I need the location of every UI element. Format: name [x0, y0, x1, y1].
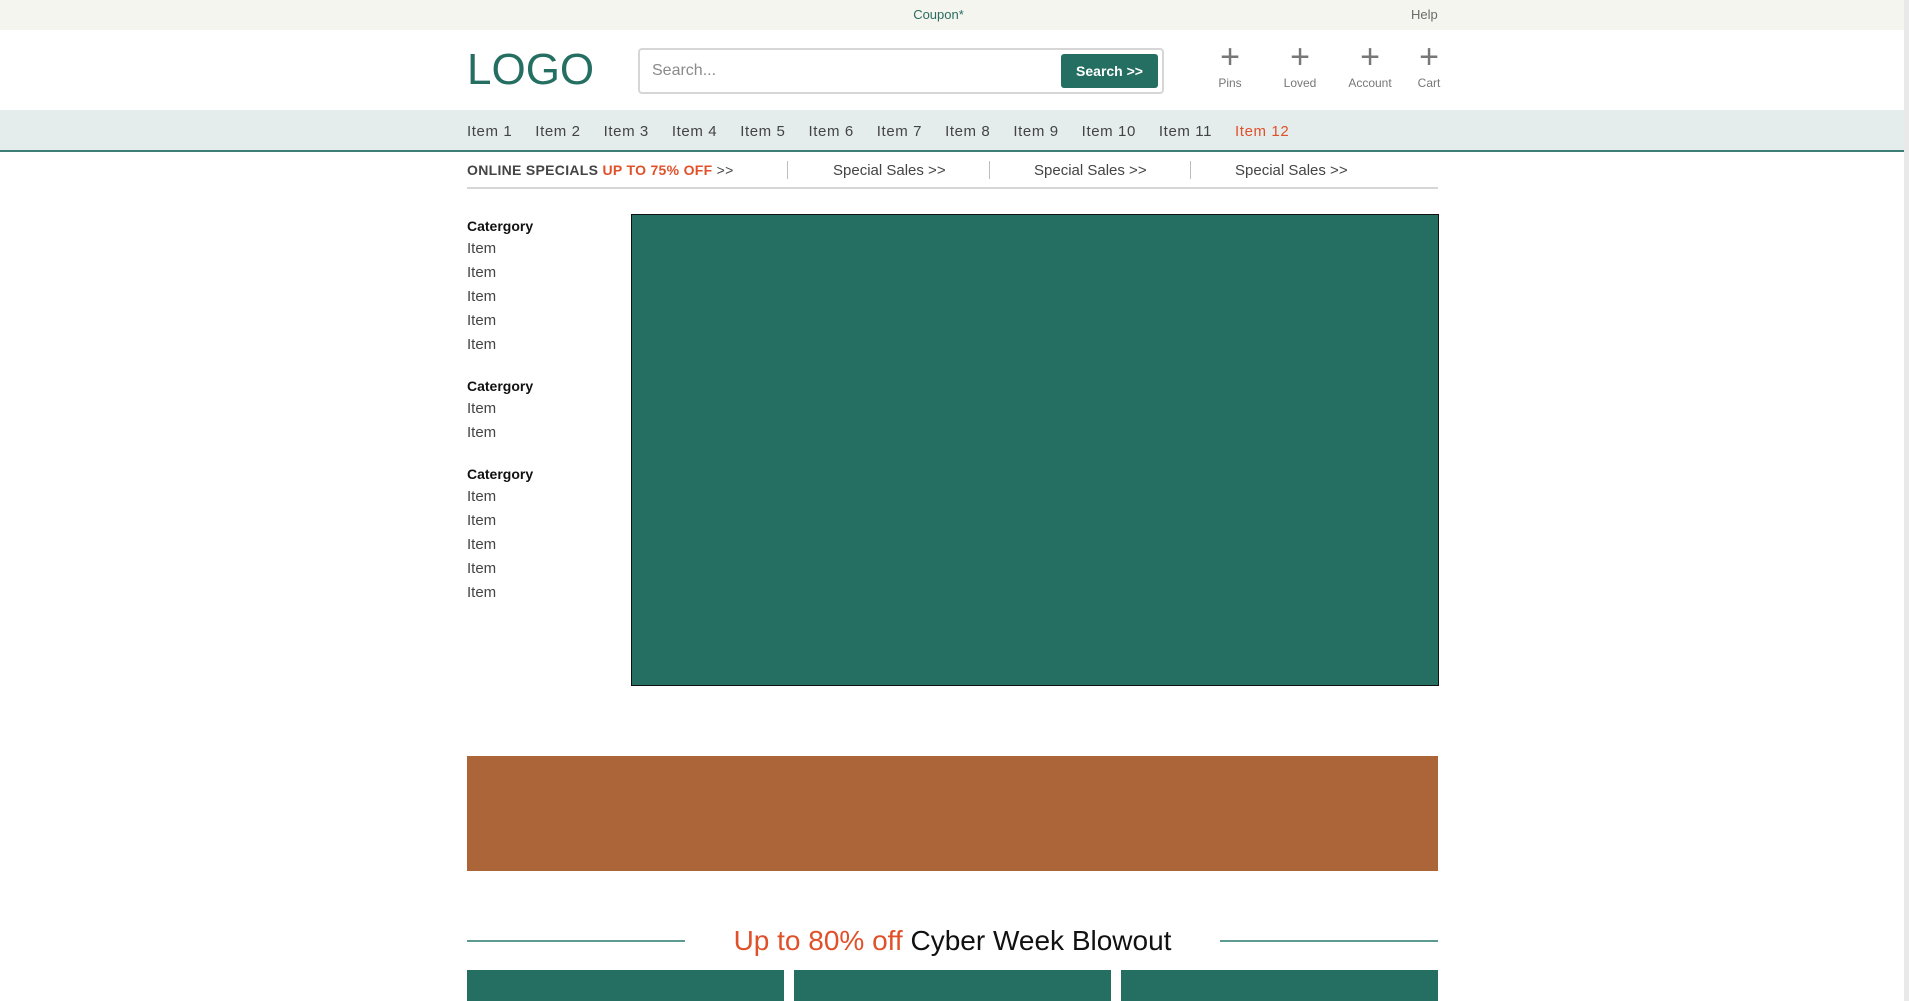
cart-label: Cart — [1417, 76, 1441, 90]
promo-banner[interactable] — [467, 756, 1438, 871]
specials-lead-text: ONLINE SPECIALS — [467, 162, 599, 178]
product-tile[interactable] — [467, 970, 784, 1001]
plus-icon: + — [1220, 38, 1240, 76]
nav-item-10[interactable]: Item 10 — [1082, 123, 1136, 140]
divider — [1190, 161, 1191, 179]
main-nav: Item 1 Item 2 Item 3 Item 4 Item 5 Item … — [0, 110, 1904, 152]
special-sales-link-1[interactable]: Special Sales >> — [833, 162, 946, 179]
loved-button[interactable]: + Loved — [1270, 38, 1330, 90]
specials-bar: ONLINE SPECIALS UP TO 75% OFF >> Special… — [467, 152, 1438, 189]
category-item[interactable]: Item — [467, 536, 617, 560]
category-item[interactable]: Item — [467, 560, 617, 584]
nav-item-11[interactable]: Item 11 — [1159, 123, 1212, 140]
category-item[interactable]: Item — [467, 424, 617, 448]
category-item[interactable]: Item — [467, 512, 617, 536]
nav-item-6[interactable]: Item 6 — [808, 123, 853, 140]
category-item[interactable]: Item — [467, 400, 617, 424]
category-item[interactable]: Item — [467, 584, 617, 608]
nav-item-7[interactable]: Item 7 — [877, 123, 922, 140]
category-item[interactable]: Item — [467, 288, 617, 312]
pins-label: Pins — [1218, 76, 1242, 90]
nav-item-3[interactable]: Item 3 — [604, 123, 649, 140]
coupon-link[interactable]: Coupon* — [0, 7, 1877, 22]
nav-item-12[interactable]: Item 12 — [1235, 123, 1289, 140]
help-link[interactable]: Help — [1411, 7, 1438, 22]
divider — [787, 161, 788, 179]
cart-button[interactable]: + Cart — [1399, 38, 1459, 90]
special-sales-link-2[interactable]: Special Sales >> — [1034, 162, 1147, 179]
page: Coupon* Help LOGO Search >> + Pins + Lov… — [0, 0, 1909, 1001]
scrollbar[interactable] — [1904, 0, 1909, 1001]
divider — [989, 161, 990, 179]
specials-arrow: >> — [716, 162, 734, 178]
nav-item-4[interactable]: Item 4 — [672, 123, 717, 140]
search-button[interactable]: Search >> — [1061, 54, 1158, 88]
search-bar: Search >> — [638, 48, 1164, 94]
nav-item-9[interactable]: Item 9 — [1013, 123, 1058, 140]
search-input[interactable] — [652, 58, 1042, 84]
category-item[interactable]: Item — [467, 336, 617, 360]
plus-icon: + — [1290, 38, 1310, 76]
special-sales-link-3[interactable]: Special Sales >> — [1235, 162, 1348, 179]
plus-icon: + — [1360, 38, 1380, 76]
category-group: Catergory Item Item Item Item Item — [467, 218, 617, 360]
category-group: Catergory Item Item Item Item Item — [467, 466, 617, 608]
category-title[interactable]: Catergory — [467, 218, 617, 234]
category-sidebar: Catergory Item Item Item Item Item Cater… — [467, 218, 617, 626]
specials-discount: UP TO 75% OFF — [602, 162, 713, 178]
plus-icon: + — [1419, 38, 1439, 76]
nav-item-8[interactable]: Item 8 — [945, 123, 990, 140]
logo[interactable]: LOGO — [467, 45, 594, 95]
category-group: Catergory Item Item — [467, 378, 617, 448]
online-specials-link[interactable]: ONLINE SPECIALS UP TO 75% OFF >> — [467, 162, 734, 178]
product-tile[interactable] — [1121, 970, 1438, 1001]
nav-item-1[interactable]: Item 1 — [467, 123, 512, 140]
loved-label: Loved — [1283, 76, 1317, 90]
nav-items: Item 1 Item 2 Item 3 Item 4 Item 5 Item … — [467, 123, 1312, 140]
pins-button[interactable]: + Pins — [1200, 38, 1260, 90]
top-bar: Coupon* Help — [0, 0, 1904, 30]
category-item[interactable]: Item — [467, 488, 617, 512]
category-title[interactable]: Catergory — [467, 378, 617, 394]
hero-banner[interactable] — [631, 214, 1439, 686]
header-icons: + Pins + Loved + Account + Cart — [1200, 38, 1450, 90]
category-item[interactable]: Item — [467, 312, 617, 336]
account-label: Account — [1348, 76, 1392, 90]
category-item[interactable]: Item — [467, 264, 617, 288]
nav-item-5[interactable]: Item 5 — [740, 123, 785, 140]
product-tile[interactable] — [794, 970, 1111, 1001]
account-button[interactable]: + Account — [1340, 38, 1400, 90]
section-heading-highlight: Up to 80% off — [733, 925, 903, 956]
category-title[interactable]: Catergory — [467, 466, 617, 482]
category-item[interactable]: Item — [467, 240, 617, 264]
section-heading-text: Cyber Week Blowout — [910, 925, 1172, 956]
nav-item-2[interactable]: Item 2 — [535, 123, 580, 140]
section-heading: Up to 80% off Cyber Week Blowout — [467, 925, 1438, 957]
